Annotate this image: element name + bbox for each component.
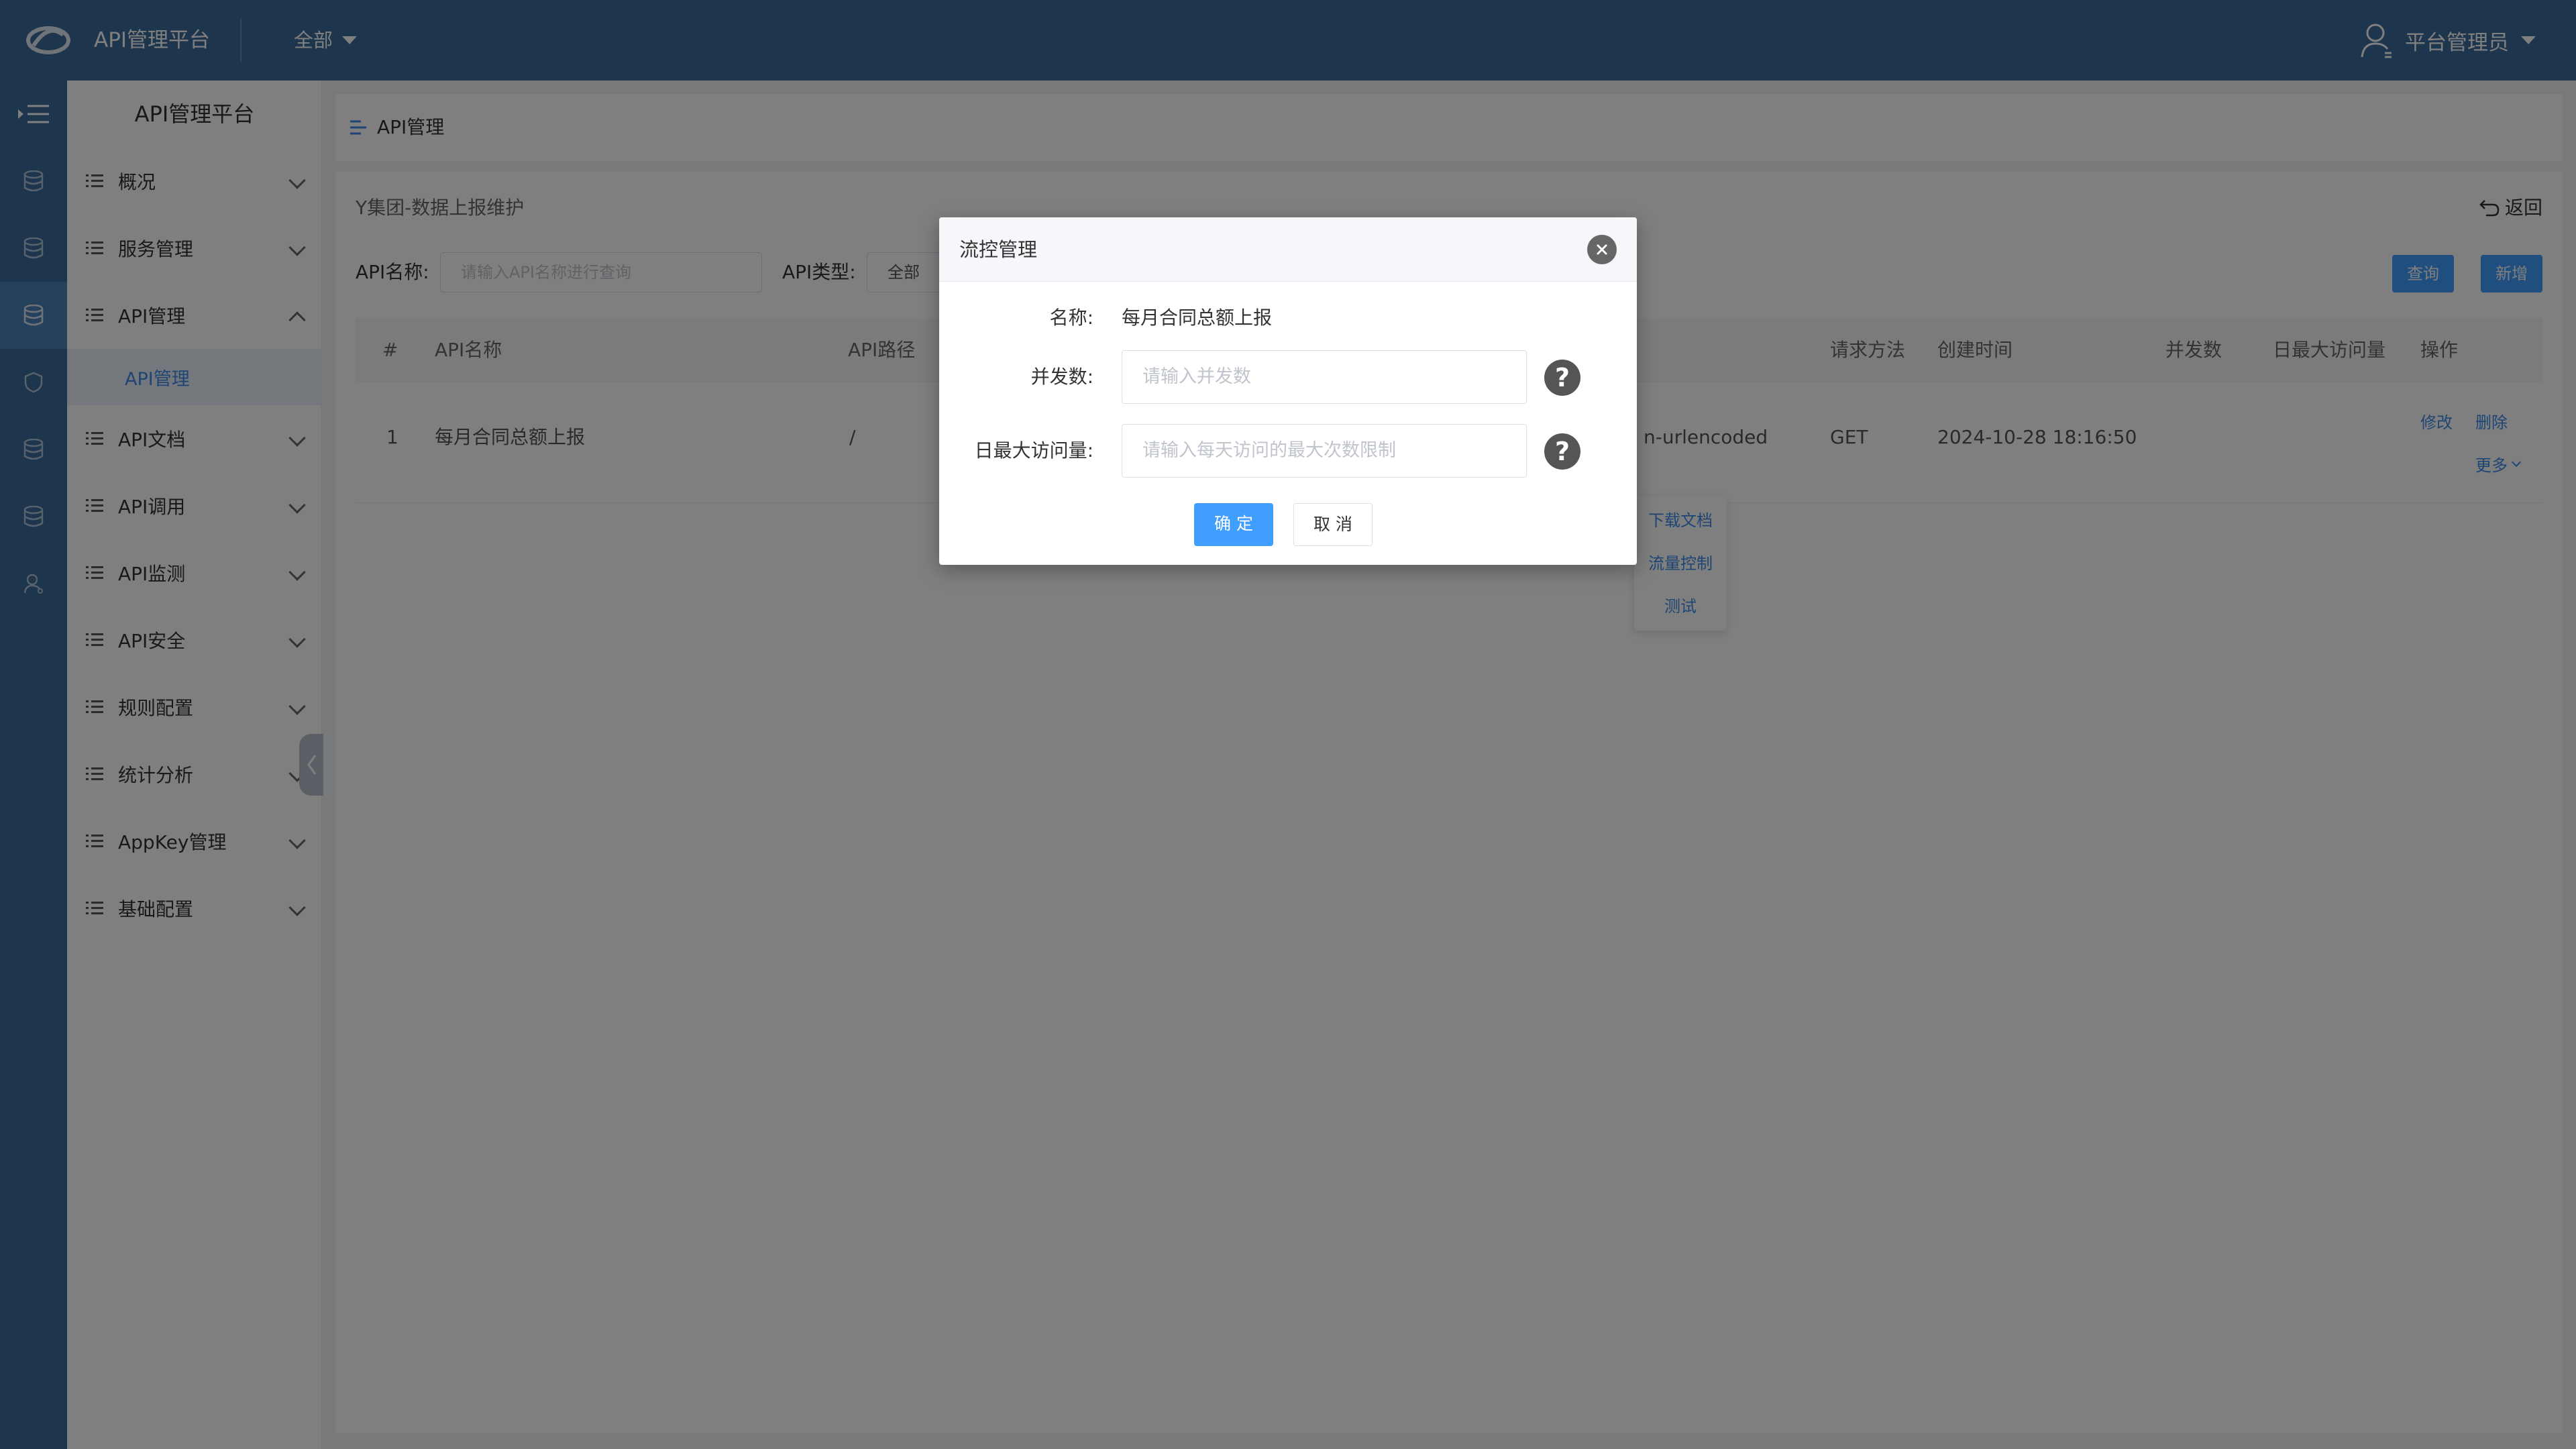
confirm-button[interactable]: 确 定 xyxy=(1194,503,1273,546)
concurrency-input[interactable]: 请输入并发数 xyxy=(1122,350,1527,404)
cancel-button[interactable]: 取 消 xyxy=(1293,503,1373,546)
help-icon[interactable]: ? xyxy=(1544,433,1580,470)
help-icon[interactable]: ? xyxy=(1544,360,1580,396)
daily-max-input[interactable]: 请输入每天访问的最大次数限制 xyxy=(1122,424,1527,478)
dialog-header: 流控管理 xyxy=(939,217,1637,282)
flow-control-dialog: 流控管理 名称: 每月合同总额上报 并发数: 请输入并发数 ? 日最大访问量: … xyxy=(939,217,1637,565)
close-button[interactable] xyxy=(1587,235,1617,264)
concurrency-label: 并发数: xyxy=(1030,366,1093,388)
name-value: 每月合同总额上报 xyxy=(1122,307,1273,329)
daily-max-label: 日最大访问量: xyxy=(974,439,1093,462)
dialog-title: 流控管理 xyxy=(959,238,1038,261)
name-label: 名称: xyxy=(1049,307,1093,329)
close-icon xyxy=(1596,244,1608,256)
